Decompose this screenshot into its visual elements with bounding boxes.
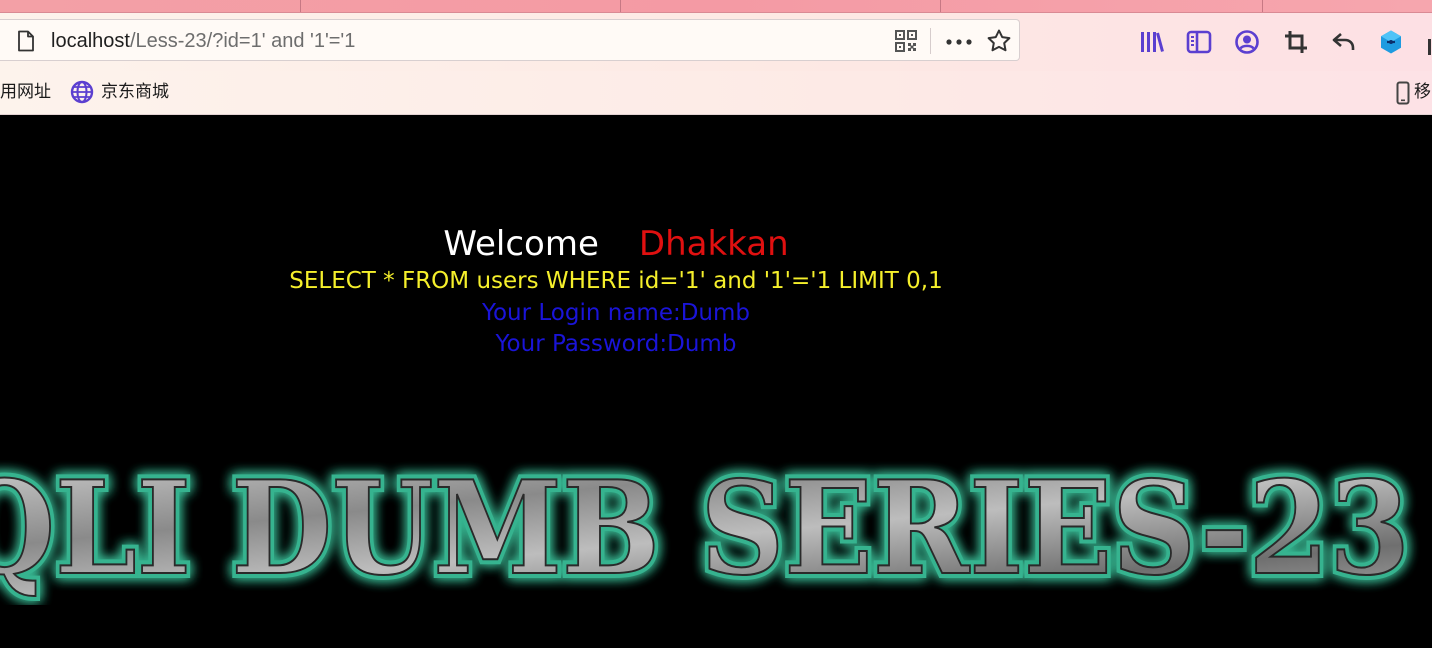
tab-strip[interactable]: [0, 0, 1432, 13]
url-host: localhost: [51, 30, 130, 52]
bookmark-star-icon[interactable]: [986, 28, 1012, 54]
screenshot-crop-icon[interactable]: [1283, 29, 1309, 55]
page-body: Welcome Dhakkan SELECT * FROM users WHERE…: [0, 115, 1432, 648]
navigation-toolbar: localhost/Less-23/?id=1' and '1'='1: [0, 13, 1432, 71]
url-divider: [930, 28, 931, 54]
back-arrow-icon[interactable]: [1331, 29, 1357, 55]
tab-separator: [300, 0, 301, 12]
tab-separator: [620, 0, 621, 12]
overflow-bar: [1428, 39, 1431, 55]
password-text: Your Password:Dumb: [495, 331, 737, 357]
more-actions-icon[interactable]: [945, 38, 973, 46]
tab-separator: [940, 0, 941, 12]
extension-icon[interactable]: [1378, 29, 1404, 55]
bookmark-item[interactable]: 用网址: [0, 82, 51, 102]
username-label: Dhakkan: [638, 224, 789, 264]
url-path: /Less-23/?id=1' and '1'='1: [129, 30, 356, 52]
series-banner: SQLI DUMB SERIES-23 SQLI DUMB SERIES-23: [0, 449, 1415, 605]
banner-text: SQLI DUMB SERIES-23: [0, 454, 1410, 604]
bookmark-item-jd[interactable]: 京东商城: [101, 82, 169, 102]
login-name-text: Your Login name:Dumb: [481, 300, 751, 326]
account-icon[interactable]: [1234, 29, 1260, 55]
welcome-label: Welcome: [443, 224, 599, 264]
welcome-line: Welcome Dhakkan: [0, 223, 1232, 265]
sql-query-text: SELECT * FROM users WHERE id='1' and '1'…: [289, 268, 943, 294]
mobile-bookmarks-label[interactable]: 移: [1414, 82, 1431, 102]
page-icon: [18, 30, 34, 52]
address-bar[interactable]: localhost/Less-23/?id=1' and '1'='1: [0, 19, 1020, 61]
bookmarks-bar: 用网址 京东商城 移: [0, 71, 1432, 115]
mobile-bookmarks-icon[interactable]: [1396, 81, 1410, 105]
globe-icon: [70, 80, 94, 104]
library-icon[interactable]: [1139, 29, 1165, 55]
url-text[interactable]: localhost/Less-23/?id=1' and '1'='1: [51, 29, 355, 53]
sidebar-icon[interactable]: [1186, 29, 1212, 55]
qr-code-icon[interactable]: [894, 29, 918, 53]
tab-separator: [1262, 0, 1263, 12]
